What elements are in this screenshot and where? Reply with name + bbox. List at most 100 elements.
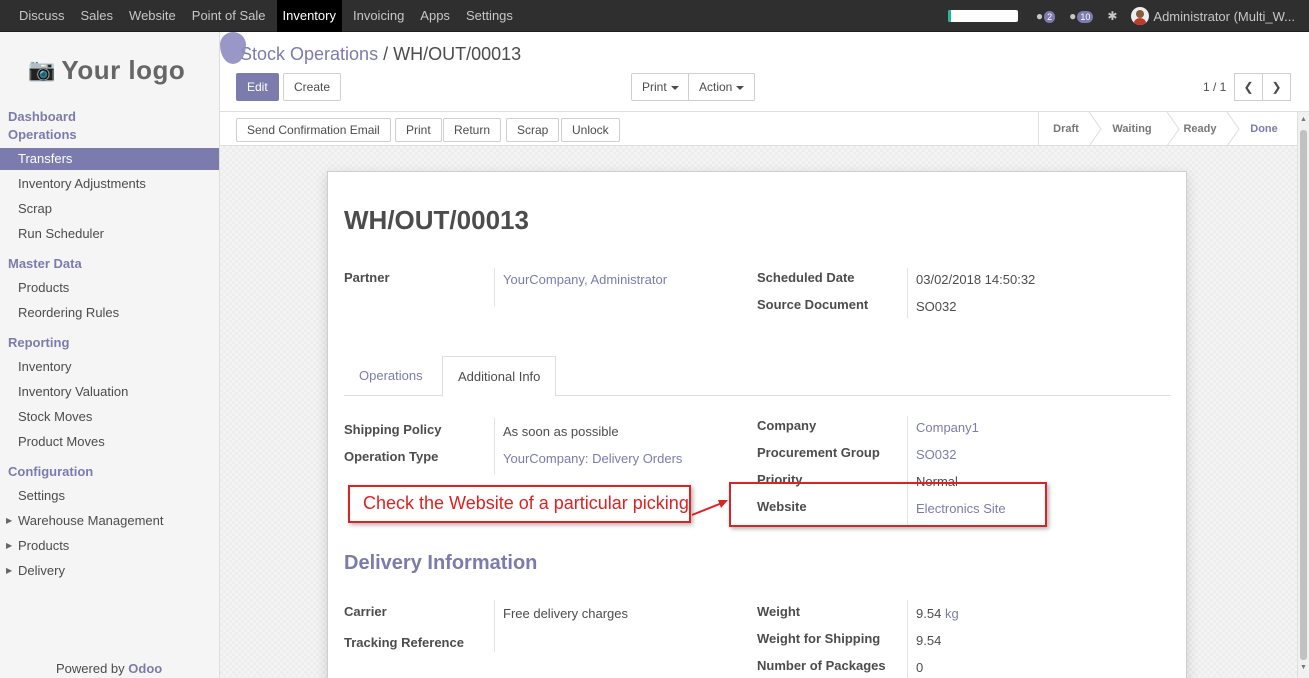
return-button[interactable]: Return xyxy=(443,118,502,142)
scrap-button[interactable]: Scrap xyxy=(506,118,560,142)
user-menu[interactable]: Administrator (Multi_W... xyxy=(1153,9,1295,24)
source-document-field[interactable]: SO032 xyxy=(916,299,956,314)
weight-for-shipping-label: Weight for Shipping xyxy=(757,631,881,646)
carrier-field[interactable]: Free delivery charges xyxy=(503,606,628,621)
sidebar: 📷 Your logo Dashboard Operations Transfe… xyxy=(0,32,220,678)
field-separator xyxy=(494,600,495,652)
sidebar-item-run-scheduler[interactable]: Run Scheduler xyxy=(0,223,219,245)
unlock-button[interactable]: Unlock xyxy=(561,118,620,142)
sidebar-section-reporting[interactable]: Reporting xyxy=(8,335,69,350)
stage-chevron-icon xyxy=(1088,112,1102,146)
menu-apps[interactable]: Apps xyxy=(415,0,455,32)
scheduled-date-field[interactable]: 03/02/2018 14:50:32 xyxy=(916,272,1035,287)
sidebar-item-label: Delivery xyxy=(18,563,65,578)
camera-icon: 📷 xyxy=(28,57,56,82)
sidebar-item-stock-moves[interactable]: Stock Moves xyxy=(0,406,219,428)
breadcrumb-parent[interactable]: Stock Operations xyxy=(240,44,378,64)
sidebar-item-reordering-rules[interactable]: Reordering Rules xyxy=(0,302,219,324)
sidebar-item-delivery[interactable]: ▶ Delivery xyxy=(0,560,219,582)
edit-button[interactable]: Edit xyxy=(236,73,279,101)
chevron-left-icon: ❮ xyxy=(1243,80,1254,94)
menu-inventory[interactable]: Inventory xyxy=(276,0,342,32)
sidebar-item-transfers[interactable]: Transfers xyxy=(0,148,219,170)
sidebar-item-warehouse-management[interactable]: ▶ Warehouse Management xyxy=(0,510,219,532)
print-button[interactable]: Print xyxy=(395,118,442,142)
shipping-policy-field[interactable]: As soon as possible xyxy=(503,424,619,439)
caret-down-icon xyxy=(736,85,745,90)
menu-website[interactable]: Website xyxy=(124,0,181,32)
systray: ● 2 ● 10 ✱ Administrator (Multi_W... xyxy=(947,0,1309,32)
tab-operations[interactable]: Operations xyxy=(344,356,438,396)
partner-field[interactable]: YourCompany, Administrator xyxy=(503,272,667,287)
powered-by-text: Powered by xyxy=(56,661,125,676)
send-confirmation-email-button[interactable]: Send Confirmation Email xyxy=(236,118,391,142)
menu-invoicing[interactable]: Invoicing xyxy=(348,0,409,32)
weight-unit-link[interactable]: kg xyxy=(945,606,959,621)
control-panel: Stock Operations / WH/OUT/00013 Edit Cre… xyxy=(220,32,1309,112)
record-title: WH/OUT/00013 xyxy=(344,205,529,235)
sidebar-item-product-moves[interactable]: Product Moves xyxy=(0,431,219,453)
sidebar-item-inventory-adjustments[interactable]: Inventory Adjustments xyxy=(0,173,219,195)
tab-additional-info[interactable]: Additional Info xyxy=(442,356,557,397)
sidebar-section-operations[interactable]: Operations xyxy=(8,127,77,142)
print-dropdown-label: Print xyxy=(642,80,667,94)
stage-chevron-icon xyxy=(1226,112,1240,146)
create-button[interactable]: Create xyxy=(283,73,342,101)
carrier-label: Carrier xyxy=(344,604,387,619)
sidebar-section-dashboard[interactable]: Dashboard xyxy=(8,109,76,124)
pager-previous-button[interactable]: ❮ xyxy=(1234,73,1263,101)
chevron-right-icon: ❯ xyxy=(1271,80,1282,94)
action-dropdown-button[interactable]: Action xyxy=(688,73,756,101)
operation-type-label: Operation Type xyxy=(344,449,439,464)
stage-done: Done xyxy=(1250,123,1278,135)
tracking-reference-label: Tracking Reference xyxy=(344,635,464,650)
caret-down-icon xyxy=(670,85,679,90)
avatar[interactable] xyxy=(1131,7,1150,25)
pager-value[interactable]: 1 / 1 xyxy=(1203,80,1226,94)
company-field[interactable]: Company1 xyxy=(916,420,979,435)
onboarding-progress-bar[interactable] xyxy=(947,10,1018,22)
scroll-up-icon[interactable]: ▲ xyxy=(1300,116,1307,123)
menu-settings[interactable]: Settings xyxy=(461,0,518,32)
breadcrumb: Stock Operations / WH/OUT/00013 xyxy=(240,44,521,65)
menu-sales[interactable]: Sales xyxy=(76,0,119,32)
sidebar-item-products[interactable]: Products xyxy=(0,277,219,299)
sidebar-item-config-products[interactable]: ▶ Products xyxy=(0,535,219,557)
sidebar-section-configuration[interactable]: Configuration xyxy=(8,464,93,479)
logo-text: Your logo xyxy=(61,54,186,85)
company-logo[interactable]: 📷 Your logo xyxy=(28,50,185,90)
powered-by: Powered by Odoo xyxy=(56,661,162,676)
sidebar-section-master-data[interactable]: Master Data xyxy=(8,256,82,271)
pager-next-button[interactable]: ❯ xyxy=(1262,73,1291,101)
chat-icon[interactable]: ● 2 xyxy=(1036,9,1056,23)
vertical-scrollbar[interactable]: ▲ ▼ xyxy=(1297,112,1309,678)
breadcrumb-separator: / xyxy=(383,44,389,64)
sidebar-item-inventory-valuation[interactable]: Inventory Valuation xyxy=(0,381,219,403)
powered-by-brand[interactable]: Odoo xyxy=(128,661,162,676)
scroll-down-icon[interactable]: ▼ xyxy=(1300,664,1307,671)
weight-for-shipping-field[interactable]: 9.54 xyxy=(916,633,941,648)
caret-right-icon: ▶ xyxy=(6,516,13,525)
annotation-callout: Check the Website of a particular pickin… xyxy=(348,485,691,523)
debug-bug-icon[interactable]: ✱ xyxy=(1107,9,1117,23)
weight-field[interactable]: 9.54 kg xyxy=(916,606,959,621)
menu-discuss[interactable]: Discuss xyxy=(14,0,70,32)
chat-count-badge: 2 xyxy=(1044,11,1056,23)
messages-icon[interactable]: ● 10 xyxy=(1069,9,1094,23)
procurement-group-label: Procurement Group xyxy=(757,445,880,460)
scroll-thumb[interactable] xyxy=(1300,130,1307,660)
procurement-group-field[interactable]: SO032 xyxy=(916,447,956,462)
sidebar-item-scrap[interactable]: Scrap xyxy=(0,198,219,220)
stage-waiting: Waiting xyxy=(1112,123,1152,135)
stage-ready: Ready xyxy=(1183,123,1217,135)
sidebar-item-inventory-report[interactable]: Inventory xyxy=(0,356,219,378)
number-of-packages-field[interactable]: 0 xyxy=(916,660,923,675)
operation-type-field[interactable]: YourCompany: Delivery Orders xyxy=(503,451,682,466)
print-dropdown-button[interactable]: Print xyxy=(631,73,690,101)
menu-point-of-sale[interactable]: Point of Sale xyxy=(187,0,271,32)
action-dropdown-label: Action xyxy=(699,80,733,94)
breadcrumb-current: WH/OUT/00013 xyxy=(393,44,522,64)
sidebar-item-settings[interactable]: Settings xyxy=(0,485,219,507)
field-separator xyxy=(907,600,908,678)
shipping-policy-label: Shipping Policy xyxy=(344,422,442,437)
